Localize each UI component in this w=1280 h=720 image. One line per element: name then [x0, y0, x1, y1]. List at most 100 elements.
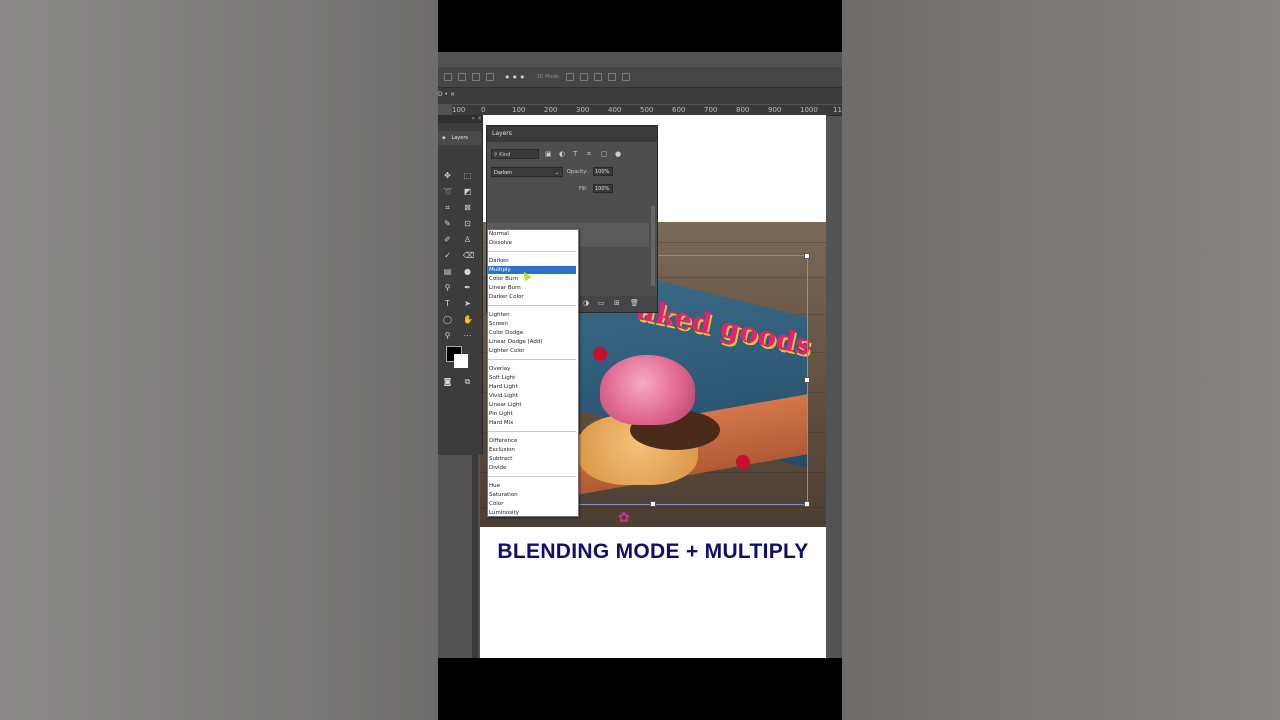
blend-option-exclusion[interactable]: Exclusion: [488, 446, 576, 454]
ruler-tick: 0: [481, 106, 486, 114]
frame-tool-icon[interactable]: ⊠: [463, 203, 472, 212]
background-color-swatch[interactable]: [454, 354, 468, 368]
ruler-tick: 400: [608, 106, 622, 114]
orbit-3d-icon[interactable]: [566, 73, 575, 81]
blend-option-hard-mix[interactable]: Hard Mix: [488, 419, 576, 427]
blend-option-darken[interactable]: Darken: [488, 257, 576, 265]
drag-3d-icon[interactable]: [594, 73, 603, 81]
path-selection-icon[interactable]: ➤: [463, 299, 472, 308]
transform-handle[interactable]: [804, 253, 810, 259]
new-group-icon[interactable]: ▭: [598, 299, 605, 307]
blend-option-hard-light[interactable]: Hard Light: [488, 383, 576, 391]
lasso-tool-icon[interactable]: ➰: [443, 187, 453, 196]
camera-3d-icon[interactable]: [622, 73, 631, 81]
blend-option-dissolve[interactable]: Dissolve: [488, 239, 576, 247]
more-options-button[interactable]: •••: [504, 71, 526, 84]
tools-panel: » × ◈ Layers ✥ ⬚ ➰ ◩ ⌗ ⊠ ✎ ⊡ ✐ ♙ ✓ ⌫ ▤ ●…: [438, 115, 483, 455]
material-tool-icon[interactable]: ⊡: [463, 219, 472, 228]
blend-option-normal[interactable]: Normal: [488, 230, 576, 238]
blend-option-color-burn[interactable]: Color Burn: [488, 275, 576, 283]
blend-option-vivid-light[interactable]: Vivid Light: [488, 392, 576, 400]
blend-option-overlay[interactable]: Overlay: [488, 365, 576, 373]
align-right-icon[interactable]: [472, 73, 480, 81]
screen-mode-icon[interactable]: ⧉: [463, 377, 472, 386]
transform-handle[interactable]: [804, 377, 810, 383]
eyedropper-tool-icon[interactable]: ✎: [443, 219, 452, 228]
blend-option-difference[interactable]: Difference: [488, 437, 576, 445]
hand-tool-icon[interactable]: ✋: [463, 315, 473, 324]
mode-3d-label: 3D Mode:: [536, 74, 561, 80]
align-center-icon[interactable]: [458, 73, 466, 81]
blend-option-saturation[interactable]: Saturation: [488, 491, 576, 499]
slide-3d-icon[interactable]: [608, 73, 617, 81]
blend-option-color[interactable]: Color: [488, 500, 576, 508]
ruler-tick: 900: [768, 106, 782, 114]
blend-option-pin-light[interactable]: Pin Light: [488, 410, 576, 418]
stamp-tool-icon[interactable]: ♙: [463, 235, 472, 244]
kind-filter-dropdown[interactable]: ⚲ Kind: [491, 149, 539, 159]
dodge-tool-icon[interactable]: ⚲: [443, 283, 452, 292]
new-layer-icon[interactable]: ⊞: [614, 299, 620, 307]
document-tab-bar: D • ×: [438, 88, 842, 104]
roll-3d-icon[interactable]: [580, 73, 589, 81]
layers-scrollbar[interactable]: [651, 206, 655, 286]
blend-option-lighter-color[interactable]: Lighter Color: [488, 347, 576, 355]
blend-option-darker-color[interactable]: Darker Color: [488, 293, 576, 301]
brush-tool-icon[interactable]: ✐: [443, 235, 452, 244]
blend-option-screen[interactable]: Screen: [488, 320, 576, 328]
marquee-tool-icon[interactable]: ⬚: [463, 171, 472, 180]
blend-option-color-dodge[interactable]: Color Dodge: [488, 329, 576, 337]
layers-panel-tab[interactable]: ◈ Layers: [438, 131, 482, 145]
blend-option-hue[interactable]: Hue: [488, 482, 576, 490]
blend-option-soft-light[interactable]: Soft Light: [488, 374, 576, 382]
object-selection-icon[interactable]: ◩: [463, 187, 472, 196]
blend-option-linear-burn[interactable]: Linear Burn: [488, 284, 576, 292]
healing-tool-icon[interactable]: ✓: [443, 251, 452, 260]
transform-handle[interactable]: [650, 501, 656, 507]
distribute-icon[interactable]: [486, 73, 494, 81]
align-left-icon[interactable]: [444, 73, 452, 81]
type-tool-icon[interactable]: T: [443, 299, 452, 308]
move-tool-icon[interactable]: ✥: [443, 171, 452, 180]
ruler-tick: 600: [672, 106, 686, 114]
adjustment-filter-icon[interactable]: ◐: [559, 150, 567, 158]
smart-object-filter-icon[interactable]: ▢: [601, 150, 609, 158]
pen-tool-icon[interactable]: ✒: [463, 283, 472, 292]
transform-handle[interactable]: [804, 501, 810, 507]
quick-mask-icon[interactable]: ◙: [443, 377, 452, 386]
ruler-tick: 800: [736, 106, 750, 114]
blur-tool-icon[interactable]: ●: [463, 267, 472, 276]
blend-option-subtract[interactable]: Subtract: [488, 455, 576, 463]
pixel-filter-icon[interactable]: ▣: [545, 150, 553, 158]
blend-option-linear-light[interactable]: Linear Light: [488, 401, 576, 409]
crop-tool-icon[interactable]: ⌗: [443, 203, 452, 212]
fill-field[interactable]: 100%: [593, 184, 613, 193]
blend-option-lighten[interactable]: Lighten: [488, 311, 576, 319]
eraser-tool-icon[interactable]: ⌫: [463, 251, 474, 260]
blend-option-multiply[interactable]: Multiply: [488, 266, 576, 274]
zoom-tool-icon[interactable]: ⚲: [443, 331, 452, 340]
opacity-field[interactable]: 100%: [593, 167, 613, 176]
panel-collapse-control[interactable]: » ×: [438, 115, 482, 123]
chevron-down-icon: ⌄: [554, 170, 559, 176]
ruler-tick: 300: [576, 106, 590, 114]
blend-mode-dropdown[interactable]: Darken ⌄: [491, 167, 563, 177]
type-filter-icon[interactable]: T: [573, 150, 581, 158]
more-tools-icon[interactable]: ⋯: [463, 331, 472, 340]
blend-option-divide[interactable]: Divide: [488, 464, 576, 472]
gradient-tool-icon[interactable]: ▤: [443, 267, 452, 276]
adjustment-layer-icon[interactable]: ◑: [583, 299, 589, 307]
shape-tool-icon[interactable]: ◯: [443, 315, 452, 324]
blend-option-luminosity[interactable]: Luminosity: [488, 509, 576, 517]
opacity-label: Opacity:: [567, 169, 588, 175]
delete-layer-icon[interactable]: 🗑: [630, 299, 639, 307]
blend-option-linear-dodge[interactable]: Linear Dodge (Add): [488, 338, 576, 346]
blend-mode-menu[interactable]: Normal Dissolve Darken Multiply Color Bu…: [487, 229, 579, 517]
video-caption: BLENDING MODE + MULTIPLY: [497, 540, 809, 563]
shape-filter-icon[interactable]: ⌗: [587, 150, 595, 158]
layers-panel-title: Layers: [487, 126, 657, 142]
ruler-tick: 1000: [800, 106, 818, 114]
blurred-background-right: [842, 0, 1280, 720]
filter-toggle-icon[interactable]: ●: [615, 150, 623, 158]
document-tab[interactable]: D • ×: [438, 91, 455, 98]
